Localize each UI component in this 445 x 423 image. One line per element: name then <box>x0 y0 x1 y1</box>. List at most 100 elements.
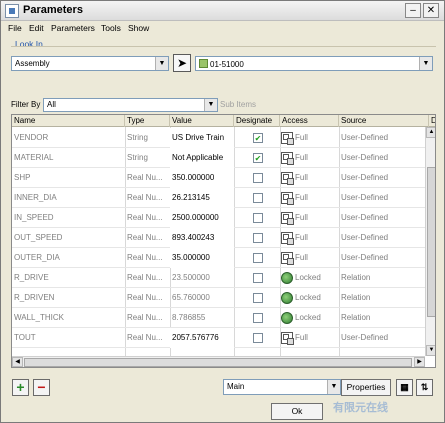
table-row[interactable]: MATERIAL String Not Applicable ✔ Full User-De… <box>12 148 425 168</box>
column-header-designate[interactable]: Designate <box>234 115 280 127</box>
scroll-down-icon[interactable]: ▼ <box>426 345 435 356</box>
table-columns-button[interactable]: ▦ <box>396 379 413 396</box>
remove-parameter-button[interactable]: − <box>33 379 50 396</box>
parameter-name[interactable]: WALL_THICK <box>12 308 125 328</box>
designate-checkbox[interactable]: ✔ <box>253 133 263 143</box>
full-access-icon <box>281 152 294 165</box>
parameter-access[interactable]: Full <box>295 168 308 188</box>
scroll-up-icon[interactable]: ▲ <box>426 127 435 138</box>
chevron-down-icon[interactable]: ▼ <box>204 99 217 111</box>
look-in-type-select[interactable]: Assembly ▼ <box>11 56 169 71</box>
table-row[interactable]: R_DRIVEN Real Nu... 65.760000 Locked Relatio… <box>12 288 425 308</box>
parameter-value[interactable]: US Drive Train <box>170 128 234 148</box>
designate-checkbox[interactable] <box>253 333 263 343</box>
parameter-name[interactable]: MATERIAL <box>12 148 125 168</box>
parameter-value: 23.500000 <box>172 273 210 282</box>
parameter-name[interactable]: TOUT <box>12 328 125 348</box>
look-in-divider <box>11 46 436 47</box>
parameter-source: User-Defined <box>341 193 389 202</box>
designate-checkbox[interactable]: ✔ <box>253 153 263 163</box>
designate-checkbox[interactable] <box>253 173 263 183</box>
table-row[interactable]: SHP Real Nu... 350.000000 Full User-Defined <box>12 168 425 188</box>
table-row[interactable]: OUT_SPEED Real Nu... 893.400243 Full User-De… <box>12 228 425 248</box>
column-header-name[interactable]: Name <box>12 115 125 127</box>
parameter-name[interactable]: IN_SPEED <box>12 208 125 228</box>
designate-checkbox[interactable] <box>253 313 263 323</box>
view-select[interactable]: Main ▼ <box>223 379 341 395</box>
vertical-scroll-thumb[interactable] <box>427 167 435 317</box>
column-header-access[interactable]: Access <box>280 115 339 127</box>
parameter-access[interactable]: Full <box>295 228 308 248</box>
ok-button[interactable]: Ok <box>271 403 323 420</box>
minimize-icon[interactable]: – <box>405 3 421 18</box>
full-access-icon <box>281 232 294 245</box>
designate-checkbox[interactable] <box>253 193 263 203</box>
parameter-access[interactable]: Full <box>295 188 308 208</box>
add-parameter-button[interactable]: + <box>12 379 29 396</box>
parameter-name[interactable]: OUTER_DIA <box>12 248 125 268</box>
properties-button[interactable]: Properties <box>341 379 391 396</box>
table-row[interactable]: TOUT Real Nu... 2057.576776 Full User-Define… <box>12 328 425 348</box>
select-owner-button[interactable]: ➤ <box>173 54 191 72</box>
menu-show[interactable]: Show <box>128 23 149 33</box>
parameter-access[interactable]: Full <box>295 208 308 228</box>
table-row[interactable]: VENDOR String US Drive Train ✔ Full User-Defi… <box>12 128 425 148</box>
scroll-left-icon[interactable]: ◀ <box>12 357 23 367</box>
menu-tools[interactable]: Tools <box>101 23 121 33</box>
table-row[interactable]: OUTER_DIA Real Nu... 35.000000 Full User-Def… <box>12 248 425 268</box>
designate-checkbox[interactable] <box>253 253 263 263</box>
parameter-name[interactable]: INNER_DIA <box>12 188 125 208</box>
column-header-type[interactable]: Type <box>125 115 170 127</box>
parameter-value[interactable]: 2500.000000 <box>170 208 234 228</box>
designate-checkbox[interactable] <box>253 213 263 223</box>
column-header-description[interactable]: D <box>429 115 435 127</box>
parameter-value[interactable]: 35.000000 <box>170 248 234 268</box>
column-header-value[interactable]: Value <box>170 115 234 127</box>
scroll-right-icon[interactable]: ▶ <box>414 357 425 367</box>
menu-parameters[interactable]: Parameters <box>51 23 95 33</box>
menu-edit[interactable]: Edit <box>29 23 44 33</box>
parameter-access[interactable]: Locked <box>295 308 321 328</box>
parameter-value[interactable]: 26.213145 <box>170 188 234 208</box>
sub-items-checkbox-label: Sub Items <box>220 100 257 109</box>
column-header-source[interactable]: Source <box>339 115 429 127</box>
parameter-access[interactable]: Locked <box>295 288 321 308</box>
horizontal-scrollbar[interactable]: ◀ ▶ <box>12 356 425 367</box>
parameter-name[interactable]: SHP <box>12 168 125 188</box>
look-in-owner-select[interactable]: 01-51000 ▼ <box>195 56 433 71</box>
table-row[interactable]: IN_SPEED Real Nu... 2500.000000 Full User-De… <box>12 208 425 228</box>
filter-by-value: All <box>47 100 56 109</box>
parameter-value[interactable]: 350.000000 <box>170 168 234 188</box>
vertical-scrollbar[interactable]: ▲ ▼ <box>425 127 435 356</box>
filter-by-select[interactable]: All ▼ <box>43 98 218 112</box>
designate-checkbox[interactable] <box>253 293 263 303</box>
parameter-access[interactable]: Locked <box>295 268 321 288</box>
parameter-name[interactable]: OUT_SPEED <box>12 228 125 248</box>
full-access-icon <box>281 192 294 205</box>
parameter-access[interactable]: Full <box>295 128 308 148</box>
parameter-value[interactable]: 893.400243 <box>170 228 234 248</box>
horizontal-scroll-thumb[interactable] <box>24 358 412 367</box>
table-header: Name Type Value Designate Access Source … <box>12 115 435 127</box>
locked-access-icon <box>281 312 293 324</box>
parameter-name[interactable]: R_DRIVEN <box>12 288 125 308</box>
parameter-name[interactable]: R_DRIVE <box>12 268 125 288</box>
parameter-access[interactable]: Full <box>295 328 308 348</box>
parameter-value[interactable]: Not Applicable <box>170 148 234 168</box>
table-row[interactable]: WALL_THICK Real Nu... 8.786855 Locked Relati… <box>12 308 425 328</box>
close-icon[interactable]: ✕ <box>423 3 439 18</box>
table-row[interactable]: R_DRIVE Real Nu... 23.500000 Locked Relation <box>12 268 425 288</box>
parameter-access[interactable]: Full <box>295 248 308 268</box>
column-sort-button[interactable]: ⇅ <box>416 379 433 396</box>
chevron-down-icon[interactable]: ▼ <box>419 57 432 70</box>
designate-checkbox[interactable] <box>253 273 263 283</box>
menu-file[interactable]: File <box>8 23 22 33</box>
parameter-name[interactable]: VENDOR <box>12 128 125 148</box>
chevron-down-icon[interactable]: ▼ <box>155 57 168 70</box>
designate-checkbox[interactable] <box>253 233 263 243</box>
parameter-value[interactable]: 2057.576776 <box>170 328 234 348</box>
chevron-down-icon[interactable]: ▼ <box>327 380 340 394</box>
table-row[interactable]: INNER_DIA Real Nu... 26.213145 Full User-Def… <box>12 188 425 208</box>
parameter-access[interactable]: Full <box>295 148 308 168</box>
parameter-type: Real Nu... <box>127 313 163 322</box>
